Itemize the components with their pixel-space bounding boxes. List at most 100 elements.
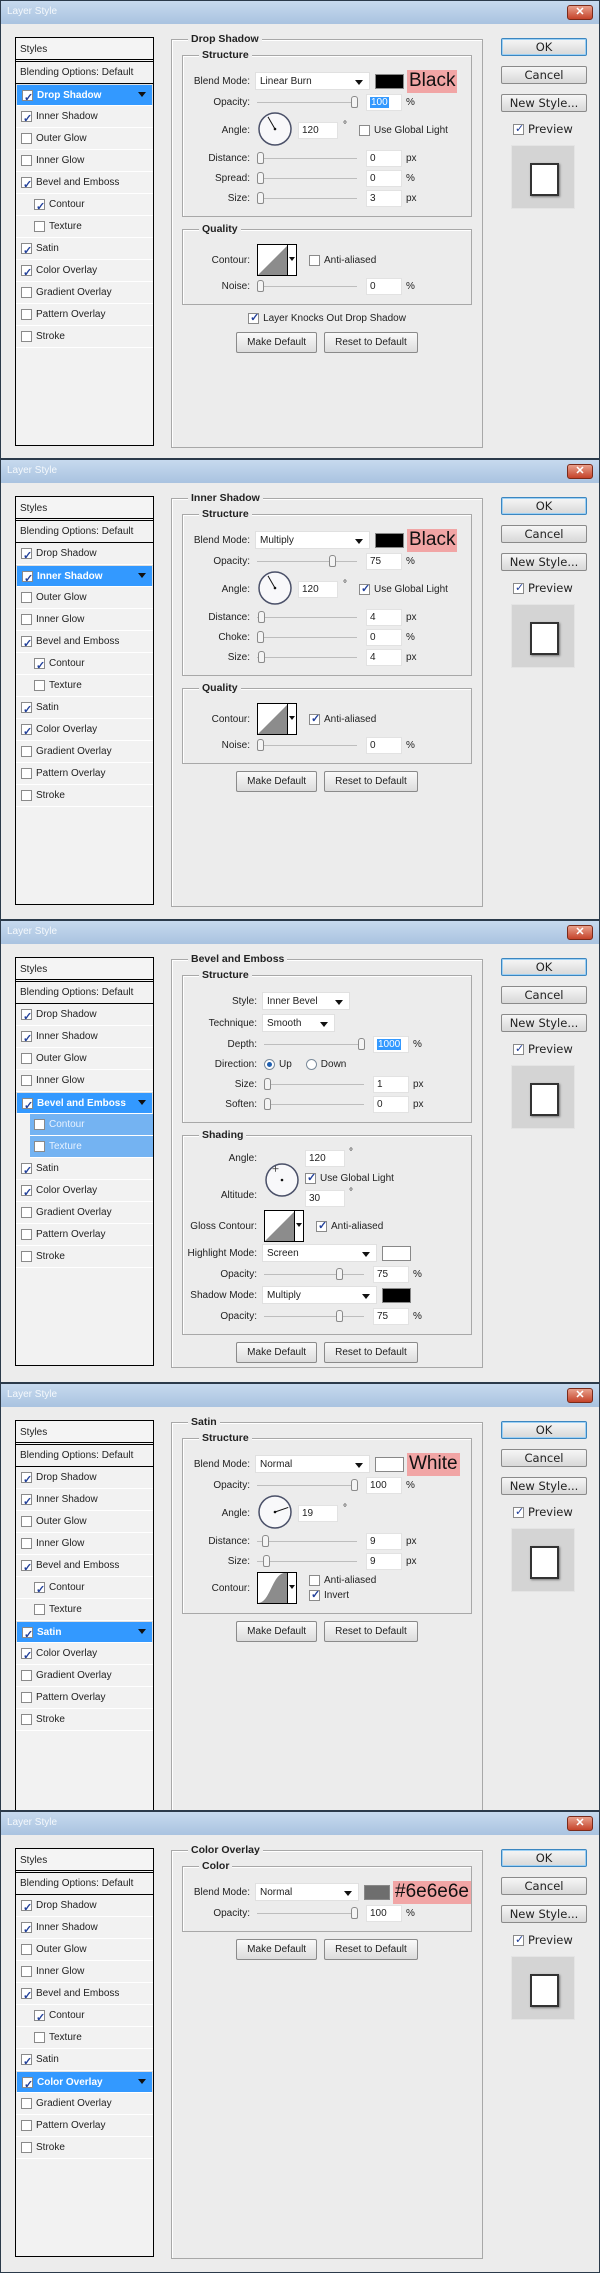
style-checkbox[interactable] (21, 1670, 32, 1681)
value-input[interactable]: 0 (366, 169, 402, 187)
slider-thumb[interactable] (336, 1268, 343, 1280)
contour-dropdown-arrow-icon[interactable] (287, 704, 296, 734)
style-checkbox[interactable] (21, 614, 32, 625)
blending-options-item[interactable]: Blending Options: Default (16, 62, 153, 84)
preview-toggle[interactable]: Preview (513, 122, 587, 136)
slider[interactable] (257, 610, 357, 624)
style-checkbox[interactable] (21, 746, 32, 757)
reset-to-default-button[interactable]: Reset to Default (324, 771, 418, 792)
use-global-light[interactable]: Use Global Light (305, 1171, 394, 1184)
slider[interactable] (257, 279, 357, 293)
ok-button[interactable]: OK (501, 958, 587, 976)
radio-up[interactable]: Up (264, 1058, 292, 1070)
value-input[interactable]: 75 (373, 1307, 409, 1325)
style-checkbox[interactable] (21, 2142, 32, 2153)
style-item-drop-shadow[interactable]: Drop Shadow (16, 84, 153, 109)
dropdown[interactable]: Linear Burn (255, 72, 370, 90)
style-checkbox[interactable] (34, 197, 45, 218)
style-item-pattern-overlay[interactable]: Pattern Overlay (16, 763, 153, 785)
style-checkbox[interactable] (21, 1029, 32, 1050)
slider-thumb[interactable] (358, 1038, 365, 1050)
style-checkbox[interactable] (21, 1251, 32, 1262)
style-checkbox[interactable] (34, 1580, 45, 1601)
cancel-button[interactable]: Cancel (501, 1877, 587, 1895)
blending-options-item[interactable]: Blending Options: Default (16, 982, 153, 1004)
preview-checkbox[interactable] (513, 581, 524, 594)
style-item-color-overlay[interactable]: Color Overlay (16, 260, 153, 284)
style-checkbox[interactable] (22, 2075, 33, 2096)
style-checkbox[interactable] (21, 1944, 32, 1955)
style-checkbox[interactable] (21, 2052, 32, 2073)
contour-dropdown-arrow-icon[interactable] (287, 1573, 296, 1603)
angle-dial[interactable] (257, 570, 293, 609)
style-item-gradient-overlay[interactable]: Gradient Overlay (16, 1202, 153, 1224)
dropdown[interactable]: Smooth (262, 1014, 335, 1032)
slider-thumb[interactable] (264, 1098, 271, 1110)
angle-input[interactable]: 120 (298, 580, 338, 598)
value-input[interactable]: 0 (366, 149, 402, 167)
style-item-stroke[interactable]: Stroke (16, 2137, 153, 2159)
dropdown[interactable]: Multiply (262, 1286, 377, 1304)
style-item-drop-shadow[interactable]: Drop Shadow (16, 1467, 153, 1491)
color-swatch[interactable] (375, 1456, 404, 1472)
style-checkbox[interactable] (34, 2032, 45, 2043)
close-button[interactable]: ✕ (567, 1388, 593, 1403)
slider-thumb[interactable] (264, 1078, 271, 1090)
style-checkbox[interactable] (21, 1075, 32, 1086)
ok-button[interactable]: OK (501, 1849, 587, 1867)
value-input[interactable]: 4 (366, 608, 402, 626)
blending-options-item[interactable]: Blending Options: Default (16, 521, 153, 543)
style-item-gradient-overlay[interactable]: Gradient Overlay (16, 2093, 153, 2115)
new-style-button[interactable]: New Style... (501, 553, 587, 571)
value-input[interactable]: 0 (366, 628, 402, 646)
slider[interactable] (257, 171, 357, 185)
style-item-inner-shadow[interactable]: Inner Shadow (16, 106, 153, 130)
style-checkbox[interactable] (21, 155, 32, 166)
style-checkbox[interactable] (34, 680, 45, 691)
anti-aliased-checkbox[interactable] (309, 254, 320, 266)
close-button[interactable]: ✕ (567, 5, 593, 20)
slider-thumb[interactable] (336, 1310, 343, 1322)
style-item-pattern-overlay[interactable]: Pattern Overlay (16, 1687, 153, 1709)
styles-header[interactable]: Styles (16, 38, 153, 62)
style-checkbox[interactable] (21, 1007, 32, 1028)
styles-header[interactable]: Styles (16, 1849, 153, 1873)
style-checkbox[interactable] (21, 133, 32, 144)
style-item-color-overlay[interactable]: Color Overlay (16, 2071, 153, 2096)
slider-thumb[interactable] (351, 1907, 358, 1919)
style-checkbox[interactable] (22, 88, 33, 109)
option-invert[interactable]: Invert (309, 1588, 376, 1601)
style-checkbox[interactable] (21, 790, 32, 801)
style-checkbox[interactable] (21, 1558, 32, 1579)
value-input[interactable]: 0 (366, 277, 402, 295)
make-default-button[interactable]: Make Default (236, 1939, 318, 1960)
style-checkbox[interactable] (21, 1692, 32, 1703)
style-item-inner-shadow[interactable]: Inner Shadow (16, 565, 153, 590)
slider[interactable] (257, 1534, 357, 1548)
slider[interactable] (264, 1267, 364, 1281)
style-item-bevel-and-emboss[interactable]: Bevel and Emboss (16, 1555, 153, 1579)
contour-dropdown-arrow-icon[interactable] (294, 1211, 303, 1241)
layer-knocks-out-option[interactable]: Layer Knocks Out Drop Shadow (172, 311, 482, 325)
style-checkbox[interactable] (21, 722, 32, 743)
style-item-satin[interactable]: Satin (16, 1621, 153, 1646)
ok-button[interactable]: OK (501, 38, 587, 56)
cancel-button[interactable]: Cancel (501, 986, 587, 1004)
value-input[interactable]: 9 (366, 1532, 402, 1550)
angle-dial[interactable] (257, 1494, 293, 1533)
style-item-contour[interactable]: Contour (30, 1114, 153, 1136)
style-checkbox[interactable] (21, 109, 32, 130)
style-item-texture[interactable]: Texture (16, 675, 153, 697)
style-checkbox[interactable] (21, 1161, 32, 1182)
style-checkbox[interactable] (22, 569, 33, 590)
reset-to-default-button[interactable]: Reset to Default (324, 1342, 418, 1363)
style-item-drop-shadow[interactable]: Drop Shadow (16, 1895, 153, 1919)
style-item-inner-glow[interactable]: Inner Glow (16, 609, 153, 631)
slider-thumb[interactable] (257, 631, 264, 643)
style-item-inner-shadow[interactable]: Inner Shadow (16, 1917, 153, 1941)
altitude-input[interactable]: 30 (305, 1190, 345, 1207)
slider[interactable] (264, 1097, 364, 1111)
close-button[interactable]: ✕ (567, 1816, 593, 1831)
style-checkbox[interactable] (21, 592, 32, 603)
make-default-button[interactable]: Make Default (236, 1342, 318, 1363)
